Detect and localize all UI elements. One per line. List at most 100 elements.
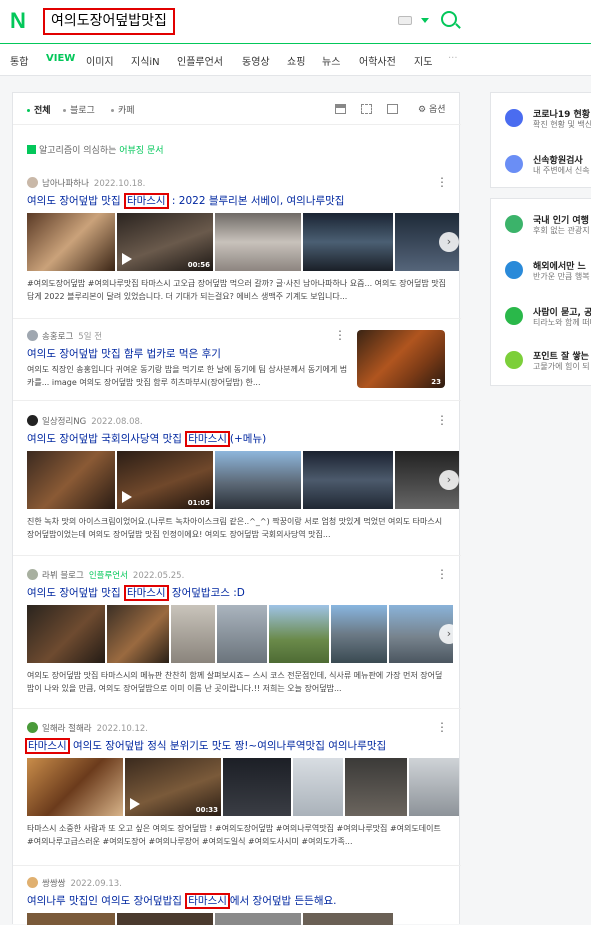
post-thumbnail[interactable]: 23: [357, 330, 445, 388]
post-video[interactable]: 00:33: [125, 758, 221, 816]
post-image[interactable]: [171, 605, 215, 663]
post-image[interactable]: [303, 451, 393, 509]
side-item-subtitle: 확진 현황 및 백신: [533, 120, 591, 129]
post-image[interactable]: [293, 758, 343, 816]
play-icon[interactable]: [130, 798, 140, 810]
chevron-down-icon[interactable]: [421, 18, 429, 23]
tab-video[interactable]: 동영상: [242, 53, 270, 68]
post-title[interactable]: 여의도 장어덮밥 맛집 타마스시 : 2022 블루리본 서베이, 여의나루맛집: [27, 193, 344, 209]
tab-kin[interactable]: 지식iN: [131, 53, 160, 68]
post-date: 2022.05.25.: [132, 571, 185, 581]
post-image[interactable]: [27, 213, 115, 271]
post-image[interactable]: [223, 758, 291, 816]
dinosaur-icon: [505, 307, 523, 325]
title-text: 여의도 장어덮밥 맛집: [27, 587, 124, 599]
post-image[interactable]: [217, 605, 267, 663]
post-image[interactable]: [331, 605, 387, 663]
post-image[interactable]: [117, 913, 213, 925]
post-title[interactable]: 여의나루 맛집인 여의도 장어덮밥집 타마스시 에서 장어덮밥 든든해요.: [27, 893, 337, 909]
post-title[interactable]: 여의도 장어덮밥 맛집 타마스시 장어덮밥코스 :D: [27, 585, 245, 601]
notice-link[interactable]: 어뷰징 문서: [119, 146, 163, 156]
filter-blog-label: 블로그: [70, 106, 95, 116]
post-image[interactable]: [27, 913, 115, 925]
post-title[interactable]: 타마스시 여의도 장어덮밥 정식 분위기도 맛도 짱!~여의나루역맛집 여의나루…: [25, 738, 386, 754]
keyboard-icon[interactable]: [398, 16, 412, 25]
play-icon[interactable]: [122, 253, 132, 265]
side-item-subtitle: 티라노와 함께 떠나: [533, 318, 591, 327]
image-strip[interactable]: 00:56 ›: [27, 213, 459, 271]
post-author[interactable]: 송홍로그: [42, 332, 73, 342]
post-image[interactable]: [215, 913, 301, 925]
tab-news[interactable]: 뉴스: [322, 53, 340, 68]
avatar[interactable]: [27, 330, 38, 341]
search-icon[interactable]: [441, 11, 457, 27]
post-image[interactable]: [215, 451, 301, 509]
more-options-icon[interactable]: ⋮: [334, 328, 346, 342]
search-input[interactable]: 여의도장어덮밥맛집: [43, 8, 175, 35]
avatar[interactable]: [27, 877, 38, 888]
post-author[interactable]: 일상정리NG: [42, 417, 86, 427]
post-image[interactable]: [303, 913, 393, 925]
post-image[interactable]: [27, 451, 115, 509]
post-image[interactable]: [215, 213, 301, 271]
image-strip[interactable]: [27, 913, 459, 925]
filter-cafe[interactable]: 카페: [111, 103, 135, 116]
options-button[interactable]: ⚙ 옵션: [418, 102, 446, 115]
next-arrow-icon[interactable]: ›: [439, 624, 459, 644]
post-author[interactable]: 쌍쌍쌍: [42, 879, 65, 889]
post-header: 쌍쌍쌍 2022.09.13.: [27, 877, 122, 889]
image-view-icon[interactable]: [361, 104, 372, 114]
avatar[interactable]: [27, 722, 38, 733]
image-count: 23: [431, 378, 441, 386]
title-text-rest: (+메뉴): [229, 433, 267, 445]
post-image[interactable]: [107, 605, 169, 663]
image-strip[interactable]: 00:33: [27, 758, 459, 820]
more-tabs-icon[interactable]: ···: [448, 53, 458, 64]
post-description: #여의도장어덮밥 #여의나루맛집 타마스시 고오급 장어덮밥 먹으러 갈까? 글…: [27, 279, 446, 301]
mountain-icon: [505, 215, 523, 233]
next-arrow-icon[interactable]: ›: [439, 232, 459, 252]
post-image[interactable]: [269, 605, 329, 663]
video-view-icon[interactable]: [387, 104, 398, 114]
avatar[interactable]: [27, 569, 38, 580]
more-options-icon[interactable]: ⋮: [436, 720, 448, 734]
more-options-icon[interactable]: ⋮: [436, 175, 448, 189]
post-video[interactable]: 00:56: [117, 213, 213, 271]
filter-all[interactable]: 전체: [27, 103, 51, 116]
tab-shopping[interactable]: 쇼핑: [287, 53, 305, 68]
post-author[interactable]: 라뷔 블로그: [42, 571, 84, 581]
post-video[interactable]: 01:05: [117, 451, 213, 509]
play-icon[interactable]: [122, 491, 132, 503]
avatar[interactable]: [27, 177, 38, 188]
image-strip[interactable]: 01:05 ›: [27, 451, 459, 509]
naver-logo[interactable]: N: [10, 8, 26, 34]
filter-blog[interactable]: 블로그: [63, 103, 95, 116]
post-image[interactable]: [303, 213, 393, 271]
tab-image[interactable]: 이미지: [86, 53, 114, 68]
corona-icon: [505, 109, 523, 127]
post-image[interactable]: [27, 758, 123, 816]
avatar[interactable]: [27, 415, 38, 426]
tab-dictionary[interactable]: 어학사전: [359, 53, 396, 68]
title-text: 여의도 장어덮밥 국회의사당역 맛집: [27, 433, 186, 445]
post-title[interactable]: 여의도 장어덮밥 국회의사당역 맛집 타마스시 (+메뉴): [27, 431, 267, 447]
post-header: 일해라 절해라 2022.10.12.: [27, 722, 148, 734]
next-arrow-icon[interactable]: ›: [439, 470, 459, 490]
tab-view[interactable]: VIEW: [46, 53, 75, 64]
more-options-icon[interactable]: ⋮: [436, 413, 448, 427]
post-image[interactable]: [409, 758, 459, 816]
post-image[interactable]: [345, 758, 407, 816]
post-title[interactable]: 여의도 장어덮밥 맛집 함루 법카로 먹은 후기: [27, 346, 221, 361]
image-strip[interactable]: ›: [27, 605, 459, 665]
post-image[interactable]: [27, 605, 105, 663]
more-options-icon[interactable]: ⋮: [436, 567, 448, 581]
tab-influencer[interactable]: 인플루언서: [177, 53, 223, 68]
post-header: 라뷔 블로그 인플루언서 2022.05.25.: [27, 569, 184, 581]
tab-all[interactable]: 통합: [10, 53, 28, 68]
title-highlight: 타마스시: [185, 893, 230, 909]
post-author[interactable]: 일해라 절해라: [42, 724, 92, 734]
side-panel-top: 코로나19 현황 확진 현황 및 백신 신속항원검사 내 주변에서 신속: [490, 92, 591, 188]
list-view-icon[interactable]: [335, 104, 346, 114]
tab-map[interactable]: 지도: [414, 53, 432, 68]
post-author[interactable]: 남아나파하나: [42, 179, 89, 189]
